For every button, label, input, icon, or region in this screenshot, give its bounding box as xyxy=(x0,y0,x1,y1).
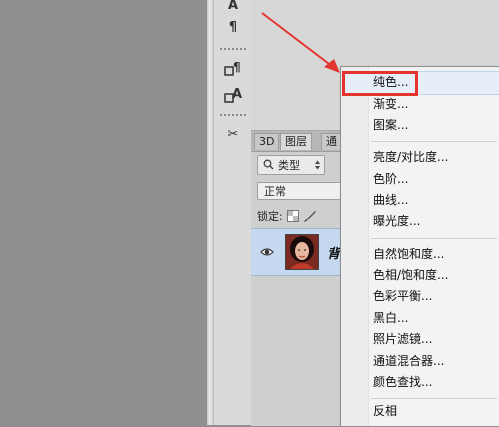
annotation-arrow xyxy=(261,12,340,73)
